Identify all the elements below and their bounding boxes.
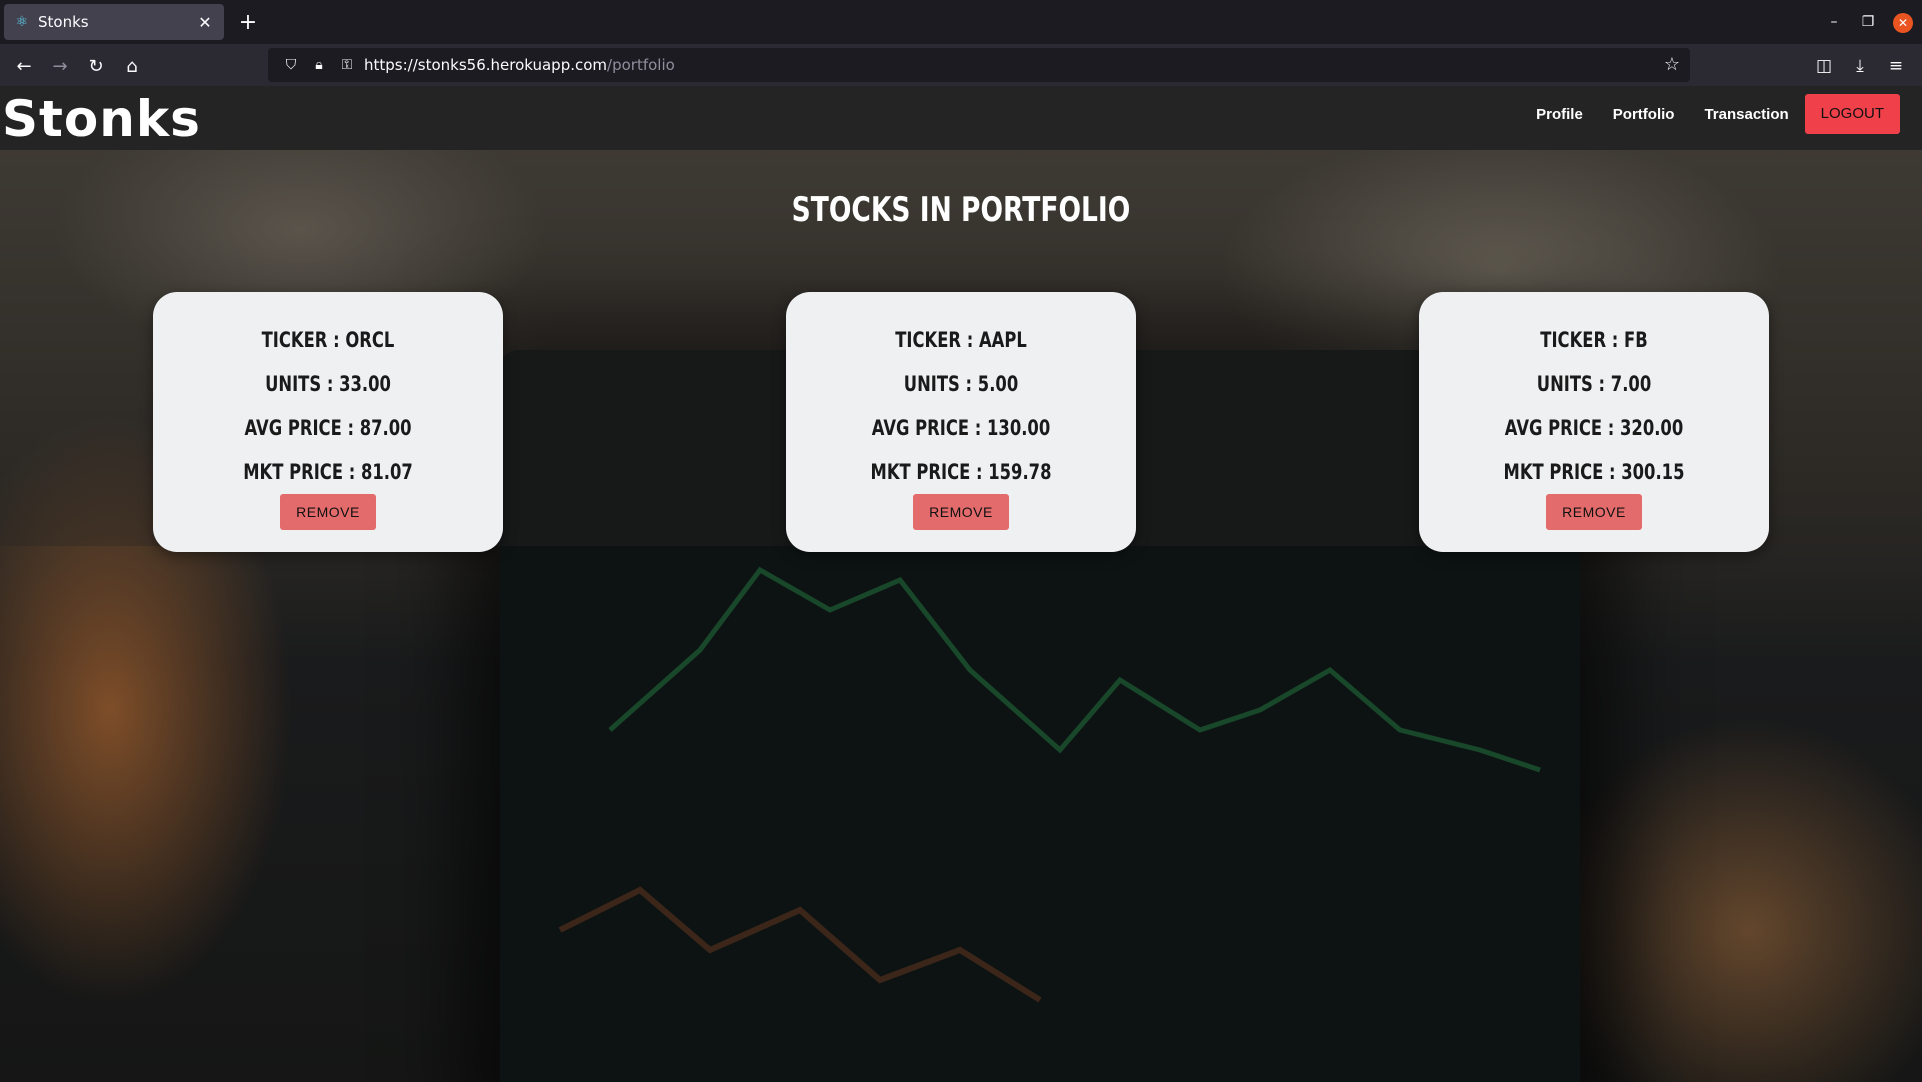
browser-tab[interactable]: ⚛ Stonks ✕ — [4, 4, 224, 40]
logout-button[interactable]: LOGOUT — [1804, 94, 1900, 134]
bookmark-star-icon[interactable]: ☆ — [1664, 54, 1680, 75]
nav-portfolio[interactable]: Portfolio — [1613, 106, 1675, 123]
stock-card: TICKER : AAPL UNITS : 5.00 AVG PRICE : 1… — [786, 292, 1136, 552]
lock-icon[interactable]: 🔒︎ — [308, 57, 330, 73]
ticker-label: TICKER : AAPL — [895, 328, 1027, 352]
stock-card: TICKER : ORCL UNITS : 33.00 AVG PRICE : … — [153, 292, 503, 552]
reload-icon[interactable]: ↻ — [82, 52, 110, 80]
page-title: STOCKS IN PORTFOLIO — [791, 190, 1131, 230]
close-window-icon[interactable]: ✕ — [1893, 13, 1913, 33]
mkt-price-label: MKT PRICE : 159.78 — [870, 460, 1052, 484]
ticker-label: TICKER : FB — [1540, 328, 1648, 352]
home-icon[interactable]: ⌂ — [118, 52, 146, 80]
new-tab-icon[interactable]: + — [234, 8, 262, 36]
nav-transaction[interactable]: Transaction — [1704, 106, 1788, 123]
app-header: Stonks Profile Portfolio Transaction LOG… — [0, 86, 1922, 150]
remove-button[interactable]: REMOVE — [280, 494, 376, 530]
remove-button[interactable]: REMOVE — [913, 494, 1009, 530]
avg-price-label: AVG PRICE : 130.00 — [871, 416, 1051, 440]
remove-button[interactable]: REMOVE — [1546, 494, 1642, 530]
mkt-price-label: MKT PRICE : 300.15 — [1503, 460, 1685, 484]
tab-title: Stonks — [38, 13, 89, 31]
react-favicon-icon: ⚛ — [15, 14, 29, 30]
back-icon[interactable]: ← — [10, 52, 38, 80]
url-path: /portfolio — [607, 56, 675, 74]
browser-toolbar: ← → ↻ ⌂ ⛉ 🔒︎ ⚿ https://stonks56.herokuap… — [0, 44, 1922, 86]
ticker-label: TICKER : ORCL — [261, 328, 395, 352]
mkt-price-label: MKT PRICE : 81.07 — [243, 460, 413, 484]
units-label: UNITS : 33.00 — [265, 372, 391, 396]
units-label: UNITS : 7.00 — [1536, 372, 1652, 396]
stock-card: TICKER : FB UNITS : 7.00 AVG PRICE : 320… — [1419, 292, 1769, 552]
brand-logo[interactable]: Stonks — [2, 90, 201, 148]
pocket-icon[interactable]: ◫ — [1810, 52, 1838, 80]
menu-icon[interactable]: ≡ — [1882, 52, 1910, 80]
minimize-icon[interactable]: – — [1822, 10, 1846, 34]
avg-price-label: AVG PRICE : 320.00 — [1504, 416, 1684, 440]
browser-tab-strip: ⚛ Stonks ✕ + – ❐ ✕ — [0, 0, 1922, 44]
hero-background: STOCKS IN PORTFOLIO TICKER : ORCL UNITS … — [0, 150, 1922, 1082]
nav-profile[interactable]: Profile — [1536, 106, 1583, 123]
page-viewport: Stonks Profile Portfolio Transaction LOG… — [0, 86, 1922, 1082]
download-icon[interactable]: ⤓ — [1846, 52, 1874, 80]
url-host: https://stonks56.herokuapp.com — [364, 56, 608, 74]
avg-price-label: AVG PRICE : 87.00 — [244, 416, 412, 440]
forward-icon[interactable]: → — [46, 52, 74, 80]
app-nav: Profile Portfolio Transaction LOGOUT — [1536, 94, 1900, 134]
shield-icon[interactable]: ⛉ — [280, 57, 302, 73]
key-icon[interactable]: ⚿ — [336, 57, 358, 73]
units-label: UNITS : 5.00 — [903, 372, 1019, 396]
restore-icon[interactable]: ❐ — [1856, 10, 1880, 34]
close-tab-icon[interactable]: ✕ — [196, 13, 214, 32]
url-bar[interactable]: ⛉ 🔒︎ ⚿ https://stonks56.herokuapp.com/po… — [268, 48, 1690, 82]
